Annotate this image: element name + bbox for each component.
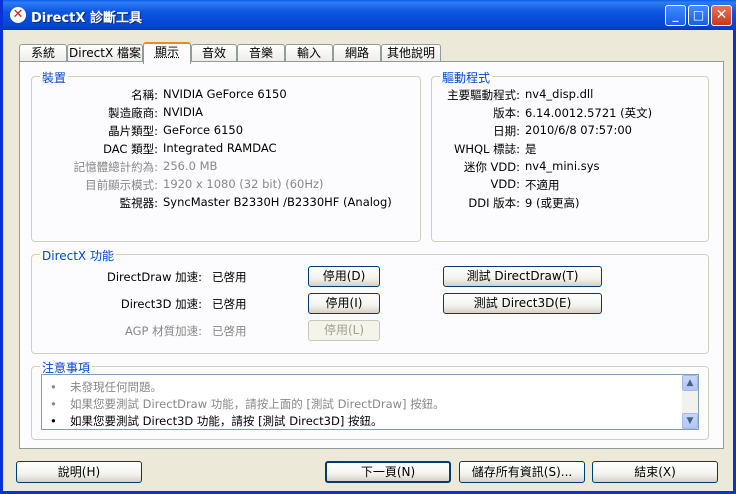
tab-directx-files[interactable]: DirectX 檔案	[67, 44, 143, 62]
whql-value: 是	[525, 142, 537, 156]
notes-listbox[interactable]: • 未發現任何問題。 • 如果您要測試 DirectDraw 功能，請按上面的 [測…	[41, 374, 699, 430]
title-bar[interactable]: ✕ DirectX 診斷工具 _ □ ✕	[3, 0, 736, 30]
display-mode-label: 目前顯示模式:	[85, 178, 158, 192]
date-value: 2010/6/8 07:57:00	[525, 123, 632, 137]
main-driver-value: nv4_disp.dll	[525, 87, 594, 101]
vdd-label: VDD:	[490, 177, 520, 191]
close-button[interactable]: ✕	[711, 5, 732, 26]
driver-group: 驅動程式 主要驅動程式: nv4_disp.dll 版本: 6.14.0012.…	[431, 69, 709, 242]
window-title: DirectX 診斷工具	[31, 11, 142, 26]
mini-vdd-label: 迷你 VDD:	[463, 160, 520, 174]
directx-features-title: DirectX 功能	[40, 247, 116, 264]
scroll-down-icon[interactable]: ▼	[682, 413, 698, 429]
directx-x-icon: ✕	[10, 7, 26, 23]
chip-type-label: 晶片類型:	[108, 124, 158, 138]
next-page-button[interactable]: 下一頁(N)	[325, 461, 451, 483]
maximize-button[interactable]: □	[688, 5, 709, 26]
note-line: • 未發現任何問題。	[50, 380, 162, 394]
dac-type-label: DAC 類型:	[103, 142, 158, 156]
whql-label: WHQL 標誌:	[453, 142, 520, 156]
monitor-value: SyncMaster B2330H /B2330HF (Analog)	[163, 195, 392, 209]
exit-button[interactable]: 結束(X)	[592, 461, 718, 483]
driver-group-title: 驅動程式	[440, 69, 493, 86]
tab-sound[interactable]: 音效	[191, 44, 237, 62]
directx-features-group: DirectX 功能 DirectDraw 加速: 已啓用 停用(D) 測試 D…	[31, 247, 709, 354]
directdraw-status: 已啓用	[212, 270, 247, 284]
manufacturer-label: 製造廠商:	[108, 106, 158, 120]
test-directdraw-button[interactable]: 測試 DirectDraw(T)	[443, 266, 602, 287]
ddi-version-label: DDI 版本:	[468, 196, 520, 210]
tab-display[interactable]: 顯示	[143, 42, 191, 64]
date-label: 日期:	[493, 124, 520, 138]
main-driver-label: 主要驅動程式:	[447, 88, 520, 102]
manufacturer-value: NVIDIA	[163, 105, 203, 119]
display-mode-value: 1920 x 1080 (32 bit) (60Hz)	[163, 177, 324, 191]
device-name-label: 名稱:	[131, 88, 158, 102]
dac-type-value: Integrated RAMDAC	[163, 141, 277, 155]
tab-system[interactable]: 系統	[19, 44, 67, 62]
total-memory-value: 256.0 MB	[163, 159, 218, 173]
chip-type-value: GeForce 6150	[163, 123, 244, 137]
mini-vdd-value: nv4_mini.sys	[525, 159, 600, 173]
monitor-label: 監視器:	[119, 196, 158, 210]
ddi-version-value: 9 (或更高)	[525, 196, 580, 210]
minimize-button[interactable]: _	[665, 5, 686, 26]
vdd-value: 不適用	[525, 178, 560, 192]
note-line: • 如果您要測試 DirectDraw 功能，請按上面的 [測試 DirectDr…	[50, 397, 445, 411]
scroll-up-icon[interactable]: ▲	[682, 375, 698, 391]
version-label: 版本:	[493, 106, 520, 120]
test-direct3d-button[interactable]: 測試 Direct3D(E)	[443, 293, 602, 314]
total-memory-label: 記憶體總計約為:	[73, 160, 158, 174]
disable-agp-button[interactable]: 停用(L)	[308, 320, 380, 341]
tab-music[interactable]: 音樂	[237, 44, 285, 62]
tab-network[interactable]: 網路	[333, 44, 381, 62]
device-group: 裝置 名稱: NVIDIA GeForce 6150 製造廠商: NVIDIA …	[31, 69, 421, 242]
help-button[interactable]: 說明(H)	[16, 461, 142, 483]
device-group-title: 裝置	[40, 69, 69, 86]
tab-input[interactable]: 輸入	[285, 44, 333, 62]
disable-directdraw-button[interactable]: 停用(D)	[308, 266, 380, 287]
direct3d-status: 已啓用	[212, 297, 247, 311]
direct3d-accel-label: Direct3D 加速:	[120, 297, 202, 311]
note-line: • 如果您要測試 Direct3D 功能，請按 [測試 Direct3D] 按鈕。	[50, 414, 383, 428]
save-all-info-button[interactable]: 儲存所有資訊(S)...	[459, 461, 585, 483]
disable-direct3d-button[interactable]: 停用(I)	[308, 293, 380, 314]
directdraw-accel-label: DirectDraw 加速:	[107, 270, 202, 284]
notes-scrollbar[interactable]: ▲ ▼	[682, 375, 698, 429]
device-name-value: NVIDIA GeForce 6150	[163, 87, 287, 101]
version-value: 6.14.0012.5721 (英文)	[525, 106, 653, 120]
agp-status: 已啓用	[212, 324, 247, 338]
tab-more-help[interactable]: 其他說明	[381, 44, 441, 62]
agp-accel-label: AGP 材質加速:	[124, 324, 202, 338]
directx-diagnostic-window: ✕ DirectX 診斷工具 _ □ ✕ 系統 DirectX 檔案 顯示 音效…	[0, 0, 736, 494]
